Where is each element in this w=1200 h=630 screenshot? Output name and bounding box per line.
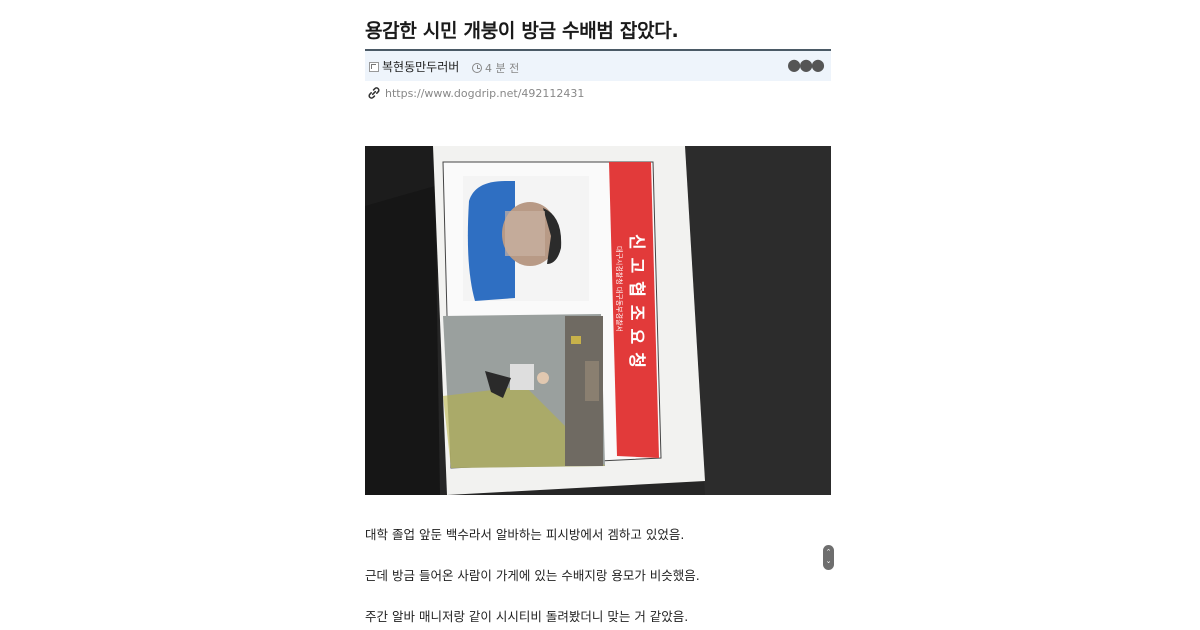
poster-heading: 신고협조요청 <box>626 234 647 376</box>
chevron-down-icon: ⌄ <box>825 557 832 565</box>
chevron-up-icon: ⌃ <box>825 548 832 556</box>
poster-subheading: 대구시경찰청 대구동부경찰서 <box>615 246 624 332</box>
scroll-handle[interactable]: ⌃ ⌄ <box>823 545 834 570</box>
clock-icon <box>472 63 482 73</box>
post-title: 용감한 시민 개붕이 방금 수배범 잡았다. <box>365 20 679 42</box>
post-time: 4 분 전 <box>472 60 519 76</box>
post-paragraph: 근데 방금 들어온 사람이 가게에 있는 수배지랑 용모가 비슷했음. <box>365 568 700 583</box>
author-image-icon <box>369 61 379 72</box>
post-meta-bar: 복현동만두러버 4 분 전 ●●● <box>365 49 831 81</box>
more-options-icon[interactable]: ●●● <box>787 55 825 74</box>
post-paragraph: 주간 알바 매니저랑 같이 시시티비 돌려봤더니 맞는 거 같았음. <box>365 609 689 624</box>
author-link[interactable]: 복현동만두러버 <box>369 58 459 75</box>
author-name[interactable]: 복현동만두러버 <box>382 58 459 75</box>
post-url[interactable]: https://www.dogdrip.net/492112431 <box>385 87 584 100</box>
post-time-text: 4 분 전 <box>485 62 520 75</box>
post-url-row[interactable]: https://www.dogdrip.net/492112431 <box>367 86 584 100</box>
link-icon <box>368 87 380 99</box>
wanted-poster-photo: 신고협조요청 대구시경찰청 대구동부경찰서 <box>365 146 831 495</box>
post-paragraph: 대학 졸업 앞둔 백수라서 알바하는 피시방에서 겜하고 있었음. <box>365 527 685 542</box>
post-photo: 신고협조요청 대구시경찰청 대구동부경찰서 <box>365 146 831 495</box>
